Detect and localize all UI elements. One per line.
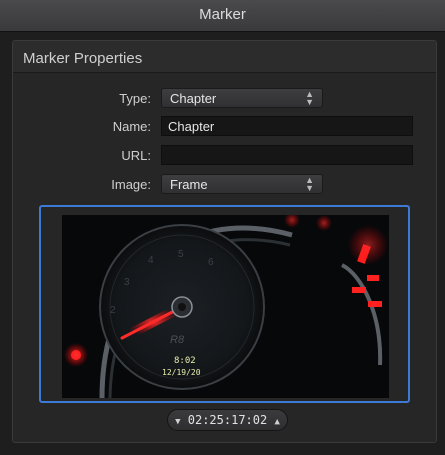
- image-well[interactable]: 3 4 5 6 2 R8 8:02 12/19/20: [39, 205, 410, 403]
- type-label: Type:: [119, 91, 151, 106]
- panel-title: Marker Properties: [23, 50, 143, 67]
- r8-badge: R8: [170, 334, 185, 346]
- title-bar: Marker: [0, 0, 445, 32]
- name-label: Name:: [112, 119, 151, 134]
- type-popup[interactable]: Chapter ▲ ▼: [161, 88, 323, 108]
- type-popup-value: Chapter: [170, 91, 217, 106]
- up-down-chevron-icon: ▲ ▼: [305, 89, 314, 107]
- frame-preview: 3 4 5 6 2 R8 8:02 12/19/20: [62, 215, 389, 398]
- svg-text:2: 2: [110, 305, 116, 316]
- url-label: URL:: [121, 148, 151, 163]
- image-label: Image:: [111, 177, 151, 192]
- up-down-chevron-icon: ▲ ▼: [305, 175, 314, 193]
- url-field[interactable]: [161, 145, 413, 165]
- marker-properties-panel: Marker Properties Type: Chapter ▲ ▼ Name:…: [12, 40, 437, 443]
- svg-text:6: 6: [208, 257, 214, 268]
- image-popup[interactable]: Frame ▲ ▼: [161, 174, 323, 194]
- svg-text:5: 5: [178, 249, 184, 260]
- image-popup-value: Frame: [170, 177, 208, 192]
- name-field[interactable]: Chapter: [161, 116, 413, 136]
- svg-text:3: 3: [124, 277, 130, 288]
- triangle-down-icon[interactable]: ▼: [175, 417, 180, 427]
- window-title: Marker: [199, 6, 246, 23]
- speedometer-image: 3 4 5 6 2 R8 8:02 12/19/20: [62, 215, 389, 398]
- svg-text:4: 4: [148, 255, 154, 266]
- triangle-up-icon[interactable]: ▲: [274, 417, 279, 427]
- odometer-date: 12/19/20: [162, 368, 201, 377]
- timecode-value: 02:25:17:02: [187, 413, 268, 427]
- timecode-control[interactable]: ▼ 02:25:17:02 ▲: [167, 409, 288, 431]
- panel-header: Marker Properties: [13, 41, 436, 73]
- odometer-time: 8:02: [174, 356, 196, 366]
